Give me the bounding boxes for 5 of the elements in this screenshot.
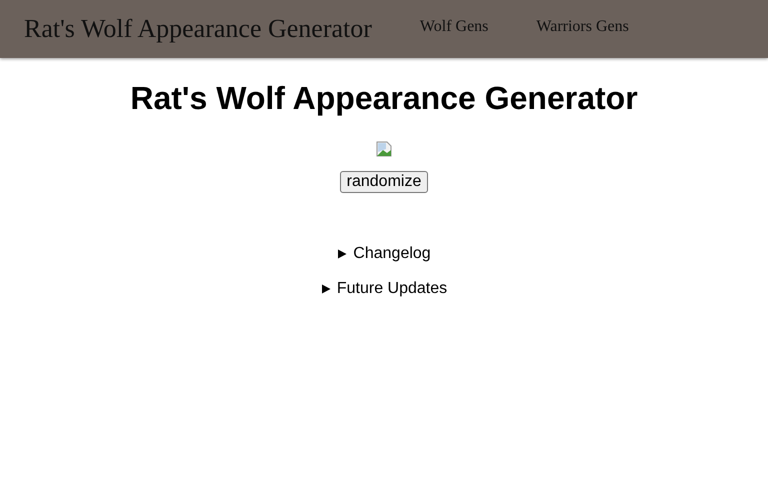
summary-label: Changelog <box>353 245 431 263</box>
page-heading: Rat's Wolf Appearance Generator <box>130 80 638 117</box>
broken-image-icon <box>376 141 392 157</box>
disclosure-summary[interactable]: Changelog <box>337 245 431 263</box>
randomize-button[interactable]: randomize <box>340 171 428 193</box>
